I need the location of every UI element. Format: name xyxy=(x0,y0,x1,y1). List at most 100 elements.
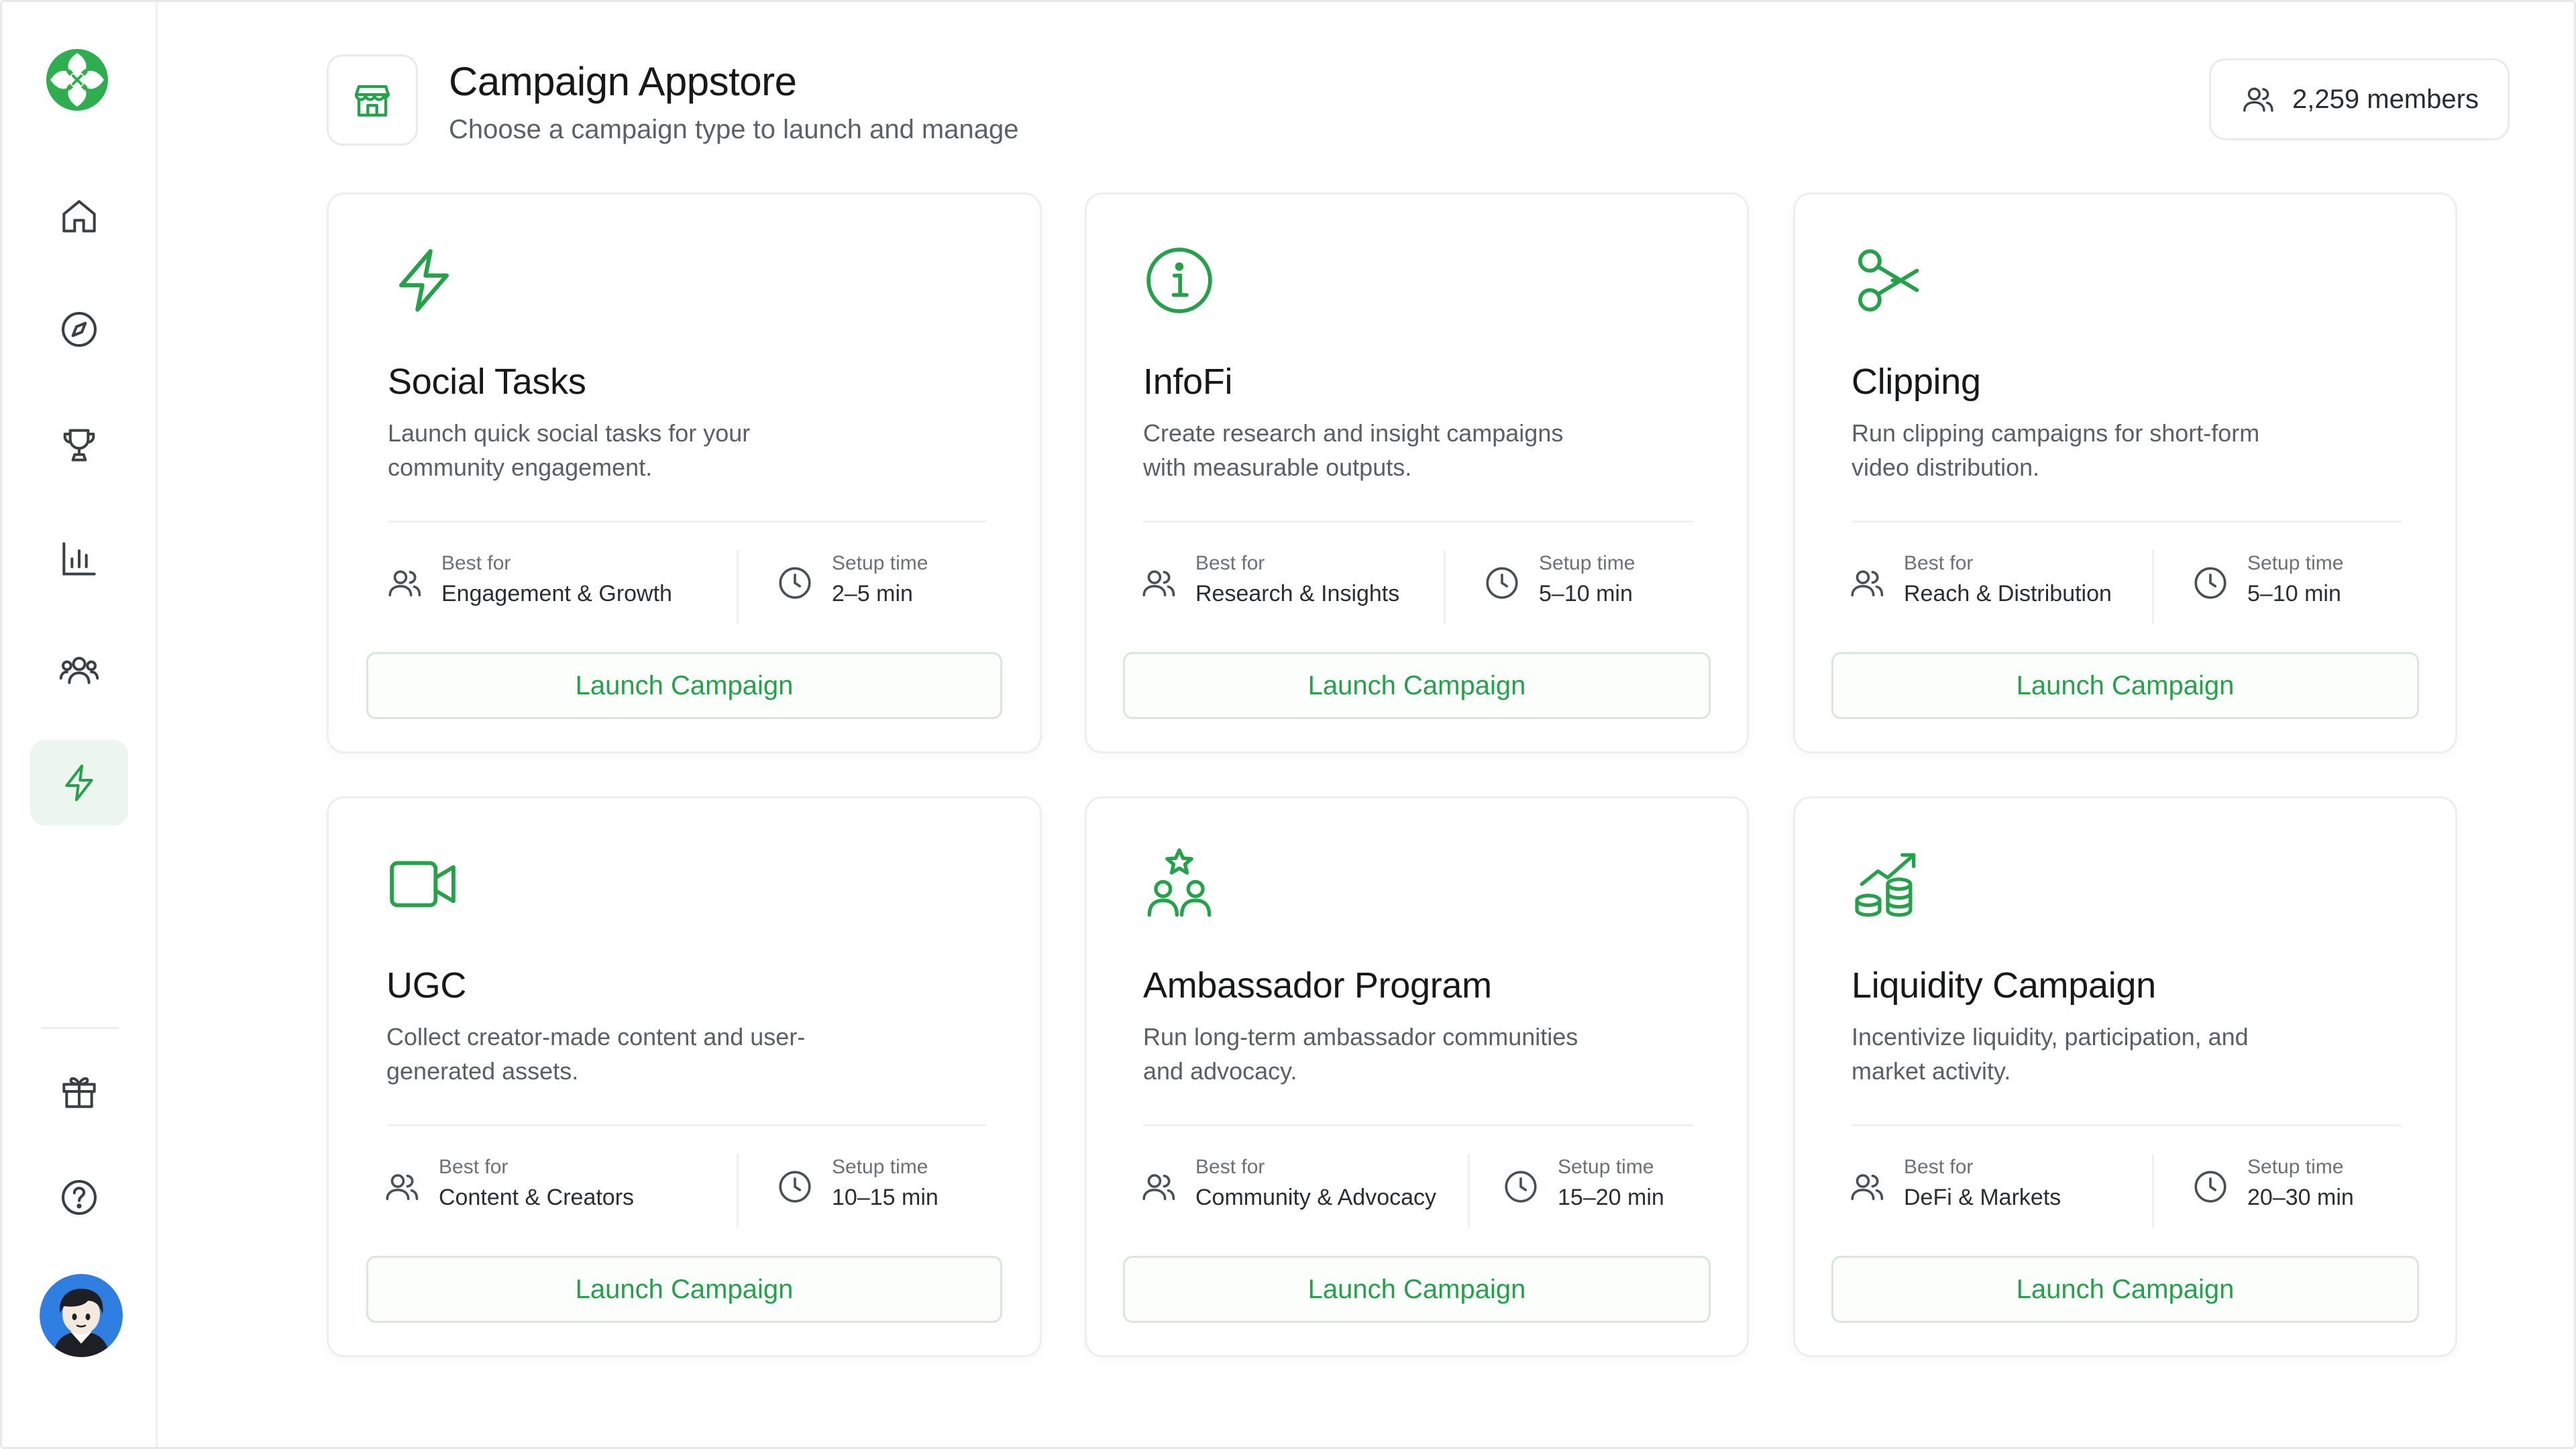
card-divider xyxy=(1143,1124,1693,1126)
user-avatar-icon xyxy=(40,1274,123,1357)
setup-time: Setup time 5–10 min xyxy=(2191,546,2343,633)
info-icon xyxy=(1140,241,1218,319)
setup-time: Setup time 15–20 min xyxy=(1501,1150,1664,1237)
best-for: Best for DeFi & Markets xyxy=(1847,1150,2061,1237)
campaign-card-infofi[interactable]: InfoFi Create research and insight campa… xyxy=(1085,193,1749,753)
card-title: InfoFi xyxy=(1143,362,1233,402)
sidebar-divider xyxy=(41,1027,119,1029)
clock-icon xyxy=(2191,1167,2230,1206)
setup-time-value: 20–30 min xyxy=(2247,1185,2354,1210)
card-description: Launch quick social tasks for your commu… xyxy=(388,419,751,481)
setup-time-label: Setup time xyxy=(2247,552,2344,574)
sidebar-item-campaigns[interactable] xyxy=(30,740,128,826)
best-for-label: Best for xyxy=(441,552,511,574)
ambassador-icon xyxy=(1140,845,1218,923)
store-icon xyxy=(354,85,390,117)
meta-separator xyxy=(1468,1154,1470,1228)
video-icon xyxy=(384,845,462,923)
lightning-icon xyxy=(385,241,463,319)
best-for-label: Best for xyxy=(1904,552,1974,574)
sidebar-item-analytics[interactable] xyxy=(30,516,128,602)
card-divider xyxy=(388,521,986,523)
users-icon xyxy=(1139,564,1178,602)
setup-time-label: Setup time xyxy=(1539,552,1635,574)
best-for: Best for Reach & Distribution xyxy=(1847,546,2112,633)
best-for: Best for Community & Advocacy xyxy=(1139,1150,1436,1237)
users-icon xyxy=(382,1167,421,1206)
users-icon xyxy=(59,657,99,684)
card-description: Run long-term ambassador communities and… xyxy=(1143,1023,1578,1085)
users-icon xyxy=(1139,1167,1178,1206)
bar-chart-icon xyxy=(62,542,96,576)
scissors-icon xyxy=(1849,241,1927,319)
sidebar-item-rewards[interactable] xyxy=(30,402,128,488)
users-icon xyxy=(1847,564,1886,602)
launch-campaign-button[interactable]: Launch Campaign xyxy=(1831,652,2419,719)
clock-icon xyxy=(2191,564,2230,602)
sidebar-item-explore[interactable] xyxy=(30,286,128,372)
meta-separator xyxy=(737,550,739,624)
setup-time-label: Setup time xyxy=(832,1156,928,1178)
card-title: Liquidity Campaign xyxy=(1851,965,2156,1006)
best-for-value: Content & Creators xyxy=(439,1185,635,1210)
sidebar-item-community[interactable] xyxy=(30,627,128,713)
sidebar xyxy=(2,2,158,1447)
campaign-card-ambassador-program[interactable]: Ambassador Program Run long-term ambassa… xyxy=(1085,796,1749,1357)
best-for-label: Best for xyxy=(439,1156,508,1178)
card-divider xyxy=(1143,521,1693,523)
members-badge[interactable]: 2,259 members xyxy=(2209,58,2510,140)
setup-time: Setup time 5–10 min xyxy=(1483,546,1635,633)
meta-separator xyxy=(737,1154,739,1228)
launch-campaign-button[interactable]: Launch Campaign xyxy=(1831,1256,2419,1323)
campaign-card-liquidity-campaign[interactable]: Liquidity Campaign Incentivize liquidity… xyxy=(1793,796,2457,1357)
compass-icon xyxy=(62,312,97,347)
best-for-value: DeFi & Markets xyxy=(1904,1185,2061,1210)
clock-icon xyxy=(775,564,814,602)
card-divider xyxy=(388,1124,986,1126)
clock-icon xyxy=(1501,1167,1540,1206)
meta-separator xyxy=(2152,1154,2154,1228)
launch-campaign-button[interactable]: Launch Campaign xyxy=(366,1256,1002,1323)
best-for-label: Best for xyxy=(1195,1156,1265,1178)
campaign-card-ugc[interactable]: UGC Collect creator-made content and use… xyxy=(327,796,1042,1357)
users-icon xyxy=(1847,1167,1886,1206)
best-for: Best for Research & Insights xyxy=(1139,546,1399,633)
launch-campaign-button[interactable]: Launch Campaign xyxy=(1123,1256,1711,1323)
lightning-icon xyxy=(65,764,93,802)
best-for-label: Best for xyxy=(1195,552,1265,574)
avatar[interactable] xyxy=(40,1274,123,1357)
best-for-label: Best for xyxy=(1904,1156,1974,1178)
setup-time: Setup time 20–30 min xyxy=(2191,1150,2354,1237)
best-for-value: Reach & Distribution xyxy=(1904,581,2112,606)
launch-campaign-button[interactable]: Launch Campaign xyxy=(1123,652,1711,719)
campaign-card-clipping[interactable]: Clipping Run clipping campaigns for shor… xyxy=(1793,193,2457,753)
card-description: Run clipping campaigns for short-form vi… xyxy=(1851,419,2260,481)
sidebar-item-gifts[interactable] xyxy=(30,1049,128,1134)
best-for: Best for Engagement & Growth xyxy=(385,546,672,633)
sidebar-item-help[interactable] xyxy=(30,1155,128,1240)
clock-icon xyxy=(775,1167,814,1206)
brand-logo[interactable] xyxy=(45,48,109,112)
setup-time-label: Setup time xyxy=(1558,1156,1654,1178)
users-icon xyxy=(2243,87,2273,112)
best-for: Best for Content & Creators xyxy=(382,1150,634,1237)
card-description: Create research and insight campaigns wi… xyxy=(1143,419,1564,481)
campaign-card-social-tasks[interactable]: Social Tasks Launch quick social tasks f… xyxy=(327,193,1042,753)
clock-icon xyxy=(1483,564,1521,602)
launch-campaign-button[interactable]: Launch Campaign xyxy=(366,652,1002,719)
setup-time-label: Setup time xyxy=(2247,1156,2344,1178)
card-title: UGC xyxy=(386,965,467,1006)
best-for-value: Research & Insights xyxy=(1195,581,1400,606)
home-icon xyxy=(62,200,96,233)
setup-time-value: 15–20 min xyxy=(1558,1185,1664,1210)
card-title: Clipping xyxy=(1851,362,1981,402)
setup-time-value: 5–10 min xyxy=(2247,581,2341,606)
sidebar-item-home[interactable] xyxy=(30,174,128,260)
setup-time-value: 5–10 min xyxy=(1539,581,1633,606)
best-for-value: Community & Advocacy xyxy=(1195,1185,1437,1210)
card-divider xyxy=(1851,521,2402,523)
card-divider xyxy=(1851,1124,2402,1126)
card-title: Social Tasks xyxy=(388,362,586,402)
help-icon xyxy=(62,1180,97,1215)
page-title: Campaign Appstore xyxy=(449,59,797,104)
